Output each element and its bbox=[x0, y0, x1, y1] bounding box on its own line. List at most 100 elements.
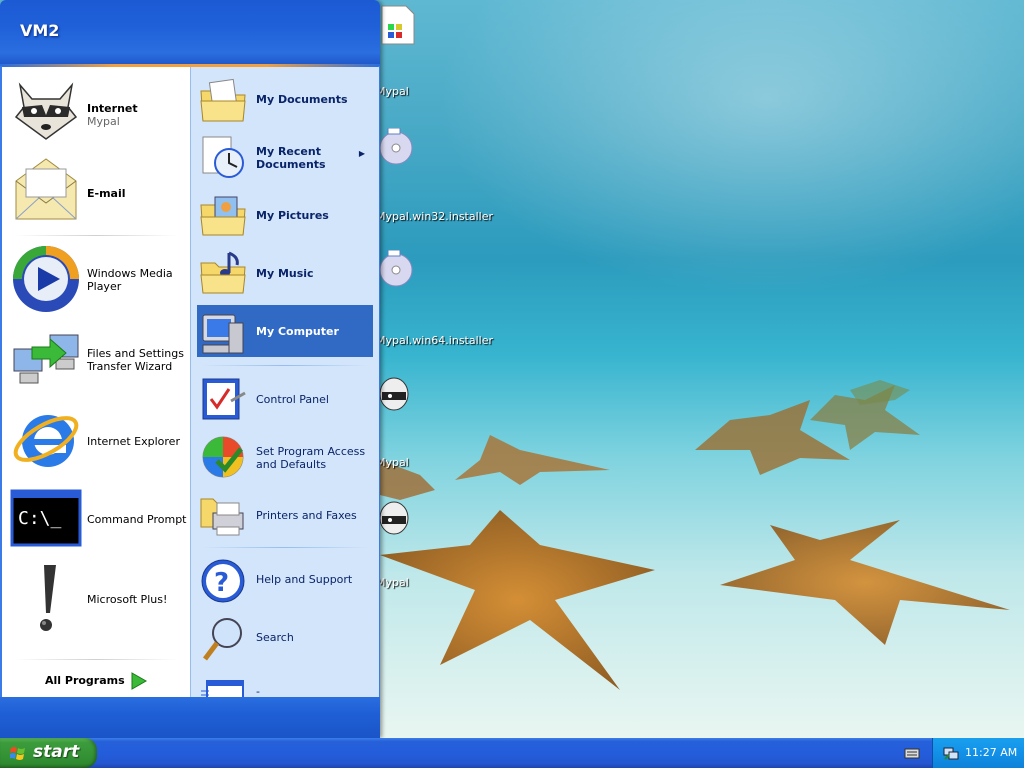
places-my-computer[interactable]: My Computer bbox=[197, 305, 373, 357]
places-my-pictures[interactable]: My Pictures bbox=[197, 187, 373, 239]
start-menu-places-pane: My Documents My Recent Documents ▶ My Pi… bbox=[190, 67, 379, 697]
pinned-internet[interactable]: Internet Mypal bbox=[8, 71, 188, 141]
recent-internet-explorer[interactable]: Internet Explorer bbox=[8, 403, 188, 479]
svg-text:?: ? bbox=[214, 568, 229, 598]
desktop-icon-label: Mypal bbox=[376, 456, 409, 469]
my-computer-label: My Computer bbox=[256, 325, 339, 338]
program-access-label: Set Program Access bbox=[256, 445, 366, 458]
desktop-icon-mypal-shortcut-2[interactable]: Mypal bbox=[376, 498, 460, 589]
search-icon bbox=[203, 618, 242, 661]
search-label: Search bbox=[256, 631, 294, 644]
command-prompt-icon: C:\_ bbox=[10, 489, 82, 547]
raccoon-icon bbox=[379, 501, 409, 535]
recent-windows-media-player[interactable]: Windows Media Player bbox=[8, 241, 188, 317]
start-label: start bbox=[33, 742, 80, 762]
printer-icon bbox=[200, 498, 244, 536]
desktop-icon-label: Mypal bbox=[376, 576, 409, 589]
starfish-wallpaper bbox=[380, 380, 1010, 690]
keyboard-icon[interactable] bbox=[904, 746, 920, 760]
pinned-email[interactable]: E-mail bbox=[8, 149, 188, 225]
program-access-label2: and Defaults bbox=[256, 458, 327, 471]
start-button[interactable]: start bbox=[0, 738, 97, 768]
folder-pictures-icon bbox=[200, 196, 246, 236]
places-my-recent-documents[interactable]: My Recent Documents ▶ bbox=[197, 129, 373, 181]
document-icon bbox=[381, 5, 415, 45]
control-panel-icon bbox=[202, 378, 246, 420]
places-my-music[interactable]: My Music bbox=[197, 245, 373, 297]
places-my-documents[interactable]: My Documents bbox=[197, 73, 373, 125]
recent-microsoft-plus[interactable]: Microsoft Plus! bbox=[8, 561, 188, 637]
separator bbox=[14, 235, 178, 236]
my-music-label: My Music bbox=[256, 267, 314, 280]
windows-logo-icon bbox=[10, 747, 25, 760]
help-icon: ? bbox=[201, 559, 245, 603]
start-menu-header: VM2 bbox=[0, 0, 380, 66]
recent-command-prompt[interactable]: C:\_ Command Prompt bbox=[8, 485, 188, 555]
submenu-arrow-icon: ▶ bbox=[358, 149, 365, 158]
start-menu: VM2 Internet Mypal E-mail Windows Media … bbox=[0, 0, 380, 738]
exclamation-icon bbox=[40, 565, 56, 631]
recent-transfer-wizard[interactable]: Files and Settings Transfer Wizard bbox=[8, 323, 188, 399]
envelope-icon bbox=[15, 158, 77, 220]
sea-light bbox=[380, 0, 1024, 330]
pinned-internet-subtitle: Mypal bbox=[87, 115, 120, 128]
cd-icon bbox=[379, 127, 413, 165]
desktop-icon-win32-installer[interactable]: Mypal.win32.installer bbox=[376, 127, 493, 223]
desktop-icon-win64-installer[interactable]: Mypal.win64.installer bbox=[376, 249, 493, 347]
recent-wmp-title2: Player bbox=[87, 280, 122, 293]
program-access-icon bbox=[202, 436, 244, 478]
run-label: - bbox=[256, 685, 260, 697]
help-label: Help and Support bbox=[256, 573, 353, 586]
separator bbox=[201, 547, 369, 548]
folder-music-icon bbox=[200, 251, 246, 294]
user-name: VM2 bbox=[20, 21, 60, 40]
recent-ie-title: Internet Explorer bbox=[87, 435, 180, 448]
taskbar: start 11:27 AM bbox=[0, 738, 1024, 768]
system-tray: 11:27 AM bbox=[932, 738, 1024, 768]
tools-control-panel[interactable]: Control Panel bbox=[197, 371, 373, 423]
all-programs-label: All Programs bbox=[45, 674, 125, 687]
pinned-internet-title: Internet bbox=[87, 102, 138, 115]
raccoon-icon bbox=[379, 377, 409, 411]
recent-plus-title: Microsoft Plus! bbox=[87, 593, 168, 606]
start-menu-programs-pane: Internet Mypal E-mail Windows Media Play… bbox=[2, 67, 190, 697]
search[interactable]: Search bbox=[197, 611, 373, 663]
my-recent-label: My Recent bbox=[256, 145, 321, 158]
recent-documents-icon bbox=[202, 136, 244, 178]
folder-documents-icon bbox=[200, 78, 246, 122]
all-programs-button[interactable]: All Programs bbox=[32, 669, 182, 693]
desktop-icon-label: Mypal bbox=[376, 85, 409, 98]
tools-printers-faxes[interactable]: Printers and Faxes bbox=[197, 487, 373, 539]
control-panel-label: Control Panel bbox=[256, 393, 329, 406]
desktop-icon-mypal-file[interactable]: Mypal bbox=[376, 4, 460, 98]
my-pictures-label: My Pictures bbox=[256, 209, 329, 222]
printers-label: Printers and Faxes bbox=[256, 509, 357, 522]
clock[interactable]: 11:27 AM bbox=[965, 746, 1017, 759]
cd-icon bbox=[379, 249, 413, 287]
my-documents-label: My Documents bbox=[256, 93, 348, 106]
media-player-icon bbox=[13, 246, 79, 312]
separator bbox=[14, 659, 178, 660]
help-and-support[interactable]: ? Help and Support bbox=[197, 553, 373, 605]
run-icon bbox=[201, 680, 244, 697]
computer-icon bbox=[202, 314, 244, 354]
my-recent-label2: Documents bbox=[256, 158, 326, 171]
desktop-icon-label: Mypal.win64.installer bbox=[376, 334, 494, 347]
separator bbox=[201, 365, 369, 366]
recent-transfer-title2: Transfer Wizard bbox=[87, 360, 173, 373]
network-icon[interactable] bbox=[943, 745, 959, 761]
recent-cmd-title: Command Prompt bbox=[87, 513, 187, 526]
raccoon-icon bbox=[14, 82, 78, 140]
run[interactable]: - bbox=[197, 669, 373, 697]
desktop-icon-label: Mypal.win32.installer bbox=[376, 210, 494, 223]
recent-transfer-title: Files and Settings bbox=[87, 347, 184, 360]
internet-explorer-icon bbox=[13, 415, 79, 467]
recent-wmp-title: Windows Media bbox=[87, 267, 173, 280]
pinned-email-title: E-mail bbox=[87, 187, 126, 200]
start-menu-footer bbox=[0, 697, 380, 738]
svg-text:C:\_: C:\_ bbox=[18, 508, 62, 529]
green-arrow-icon bbox=[131, 672, 148, 690]
tools-program-access[interactable]: Set Program Access and Defaults bbox=[197, 429, 373, 481]
transfer-wizard-icon bbox=[13, 334, 79, 384]
desktop-icon-mypal-shortcut[interactable]: Mypal bbox=[376, 374, 460, 469]
